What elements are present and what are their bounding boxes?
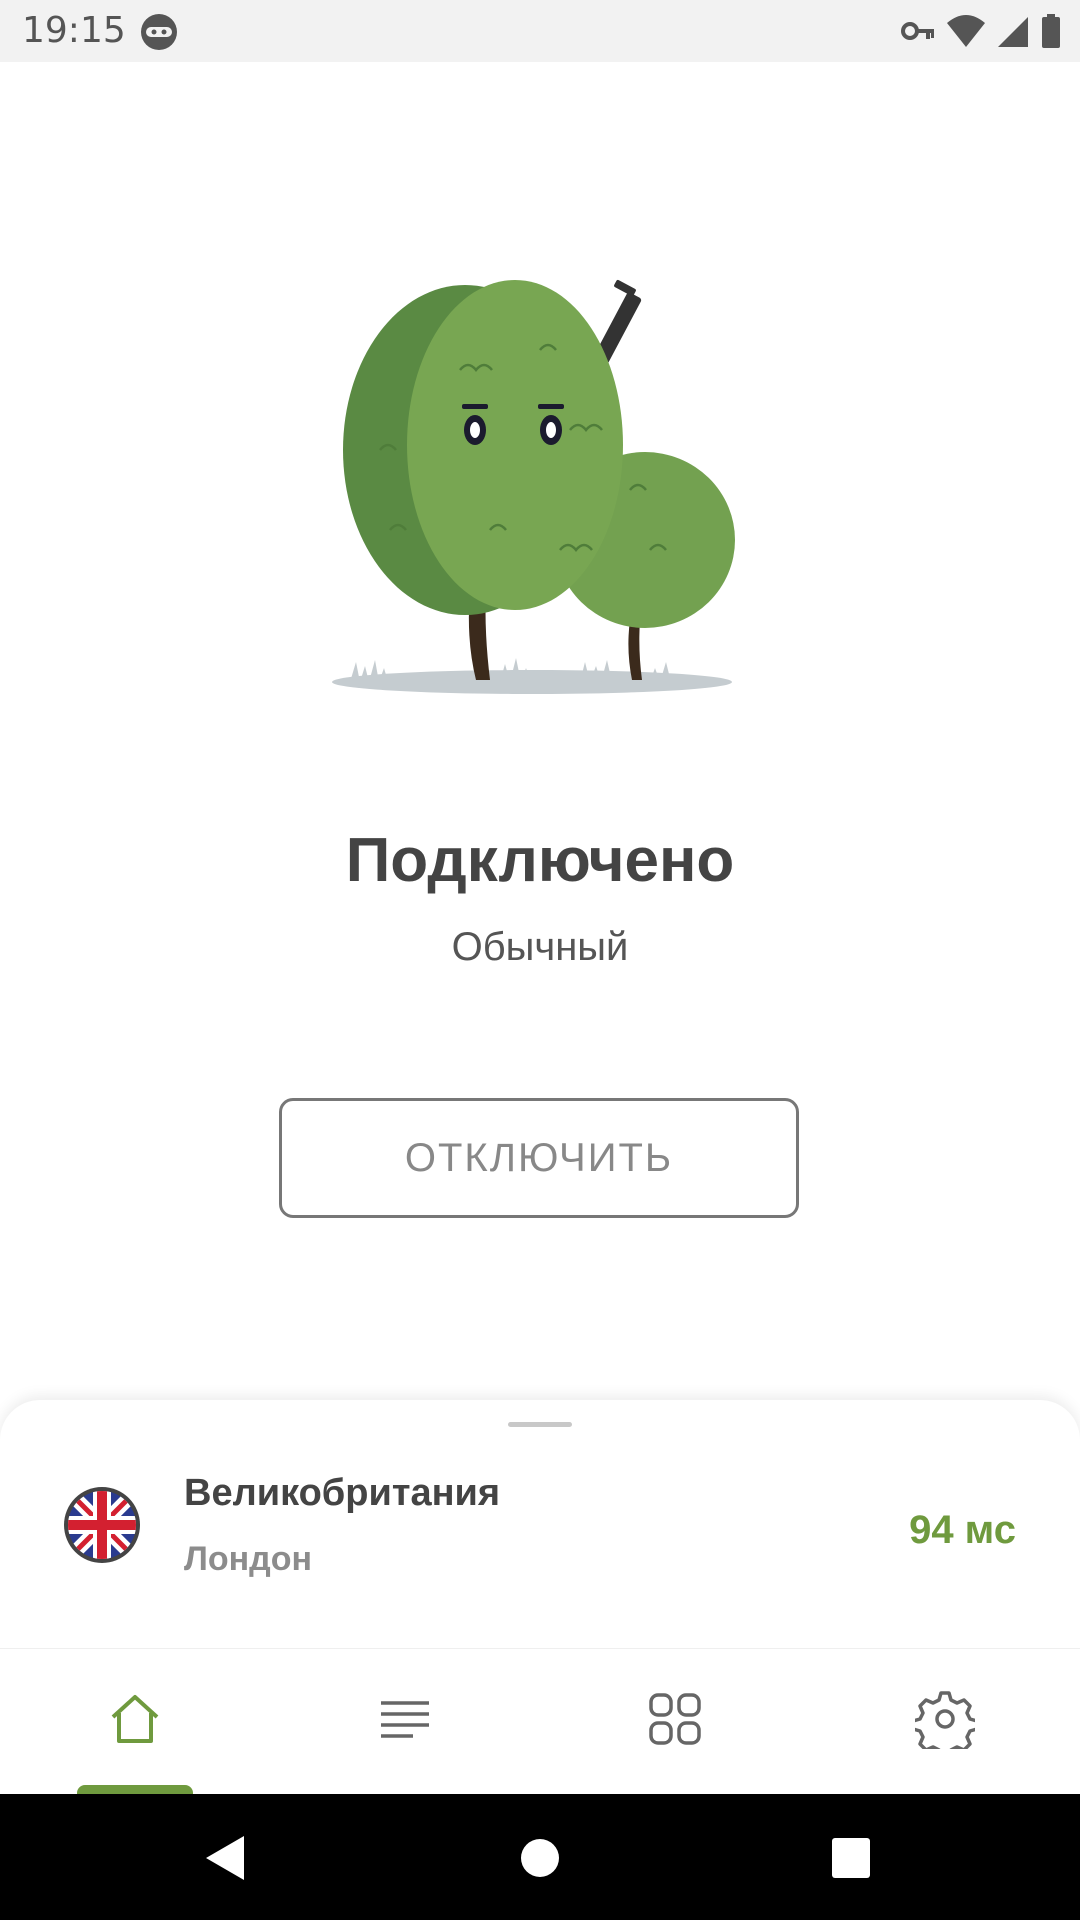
- gear-icon[interactable]: [915, 1689, 975, 1749]
- connection-status-title: Подключено: [345, 826, 735, 895]
- status-icons: [900, 12, 1062, 50]
- status-bar: 19:15: [0, 0, 1080, 62]
- status-time: 19:15: [22, 10, 126, 51]
- back-icon[interactable]: [202, 1834, 246, 1882]
- location-sheet[interactable]: Великобритания Лондон 94 мс: [0, 1400, 1080, 1650]
- uk-flag-icon: [64, 1487, 140, 1563]
- city-name: Лондон: [184, 1540, 313, 1578]
- recents-icon[interactable]: [830, 1834, 872, 1882]
- key-icon: [901, 22, 934, 40]
- bush-mascot-illustration: [332, 280, 735, 694]
- system-navigation-bar: [0, 1794, 1080, 1920]
- list-icon[interactable]: [375, 1689, 435, 1749]
- apps-grid-icon[interactable]: [645, 1689, 705, 1749]
- home-icon[interactable]: [105, 1689, 165, 1749]
- battery-icon: [1042, 14, 1060, 48]
- wifi-icon: [947, 15, 985, 47]
- sheet-drag-handle[interactable]: [508, 1422, 572, 1427]
- ninja-icon: [141, 14, 177, 50]
- ping-value: 94 мс: [909, 1508, 1016, 1552]
- disconnect-button[interactable]: ОТКЛЮЧИТЬ: [279, 1098, 799, 1218]
- connection-mode: Обычный: [451, 925, 629, 969]
- country-name: Великобритания: [184, 1472, 501, 1514]
- bottom-navigation: [0, 1648, 1080, 1799]
- home-circle-icon[interactable]: [520, 1834, 560, 1882]
- signal-icon: [998, 17, 1028, 47]
